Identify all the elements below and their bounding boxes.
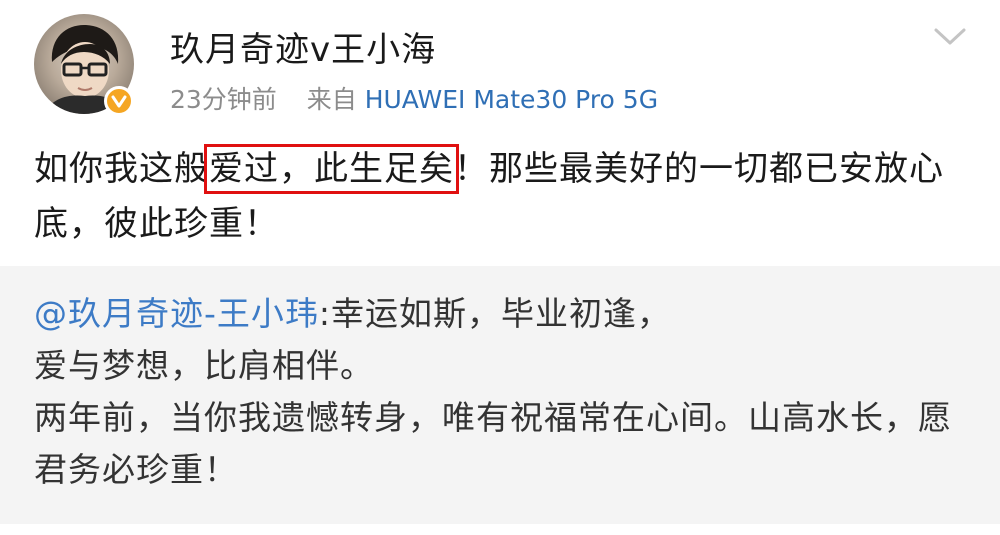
repost-mention[interactable]: @玖月奇迹-王小玮 [34, 294, 319, 333]
weibo-post: 玖月奇迹v王小海 23分钟前 来自 HUAWEI Mate30 Pro 5G 如… [0, 0, 1000, 535]
post-content: 如你我这般爱过，此生足矣！那些最美好的一切都已安放心底，彼此珍重！ [34, 142, 974, 252]
avatar[interactable] [34, 14, 136, 116]
username[interactable]: 玖月奇迹v王小海 [170, 22, 436, 71]
repost-block[interactable]: @玖月奇迹-王小玮:幸运如斯，毕业初逢， 爱与梦想，比肩相伴。 两年前，当你我遗… [0, 266, 1000, 524]
post-meta: 23分钟前 来自 HUAWEI Mate30 Pro 5G [170, 80, 658, 116]
source-prefix: 来自 [306, 85, 357, 114]
content-before: 如你我这般 [34, 149, 209, 189]
post-time: 23分钟前 [170, 85, 277, 114]
repost-text: @玖月奇迹-王小玮:幸运如斯，毕业初逢， 爱与梦想，比肩相伴。 两年前，当你我遗… [34, 288, 966, 496]
verified-badge [104, 86, 134, 116]
verified-v-icon [111, 95, 127, 108]
content-highlight: 爱过，此生足矣 [204, 144, 459, 194]
device-source[interactable]: HUAWEI Mate30 Pro 5G [365, 85, 658, 114]
chevron-down-icon[interactable] [930, 24, 970, 50]
